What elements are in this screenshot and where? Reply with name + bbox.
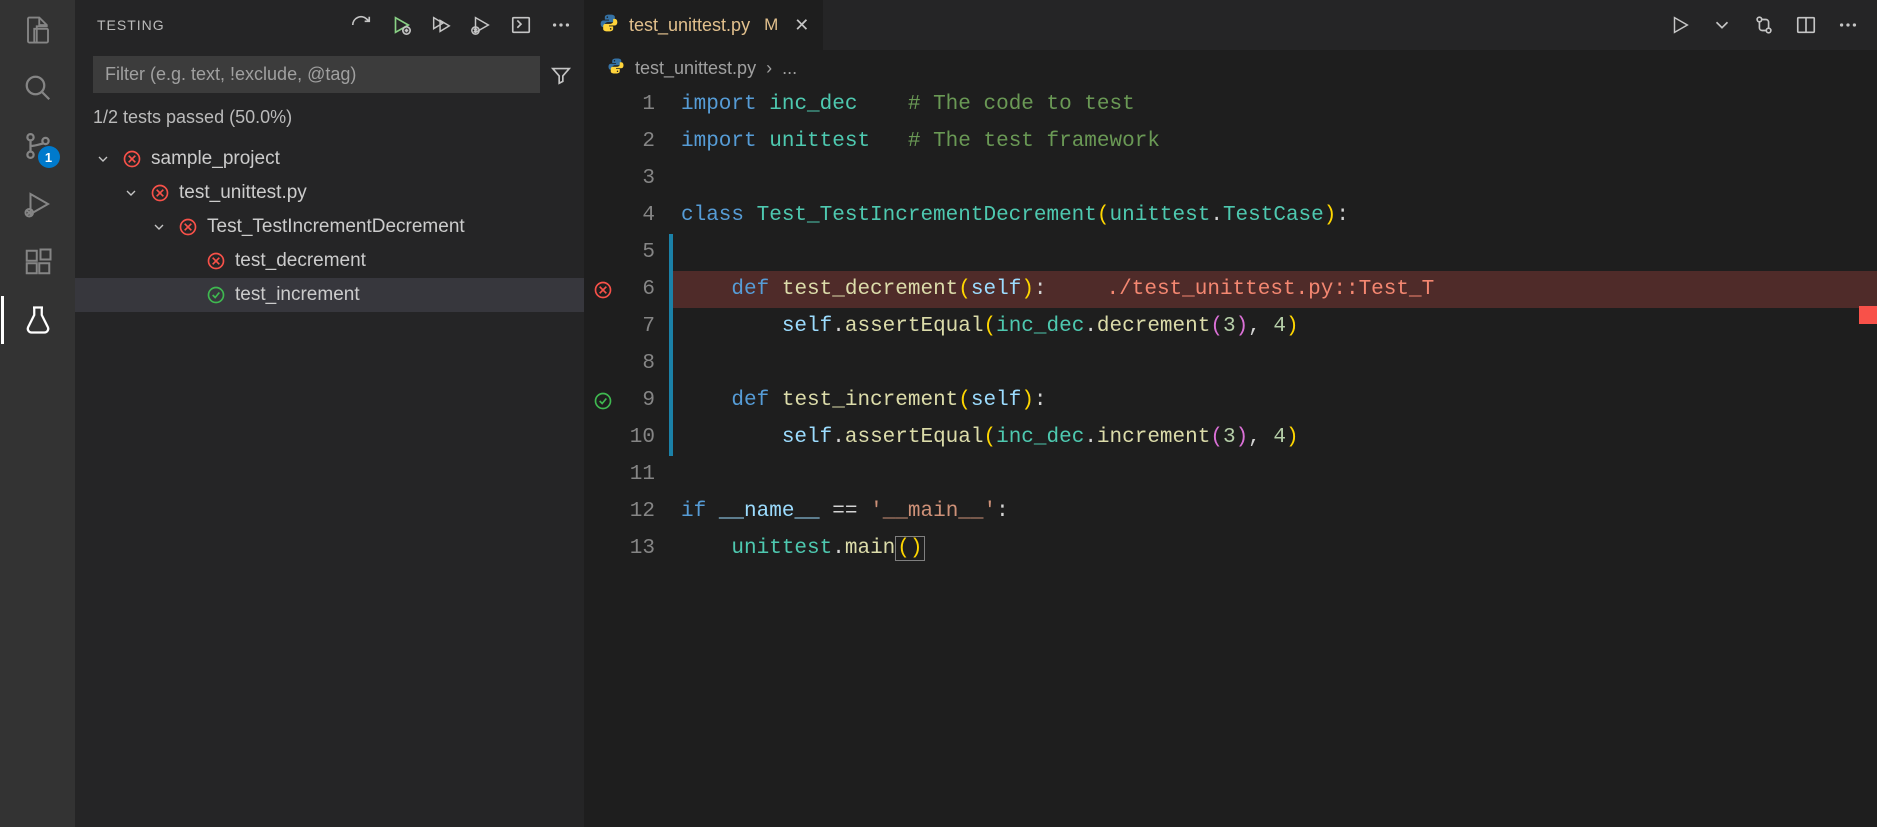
tree-label: test_increment — [235, 284, 360, 306]
run-dropdown-button[interactable] — [1711, 14, 1733, 36]
line-number: 11 — [621, 456, 655, 493]
code-line[interactable] — [669, 345, 1877, 382]
code-editor[interactable]: 12345678910111213 import inc_dec # The c… — [585, 86, 1877, 827]
code-line[interactable]: unittest.main() — [669, 530, 1877, 567]
chevron-down-icon[interactable] — [149, 217, 169, 237]
line-number: 13 — [621, 530, 655, 567]
editor-area: test_unittest.py M ✕ test_unittest.py › … — [585, 0, 1877, 827]
code-line[interactable]: def test_decrement(self):./test_unittest… — [669, 271, 1877, 308]
minimap-error-marker[interactable] — [1859, 306, 1877, 324]
tests-status: 1/2 tests passed (50.0%) — [75, 99, 584, 136]
breadcrumb-file: test_unittest.py — [635, 58, 756, 79]
tree-item-test_increment[interactable]: test_increment — [75, 278, 584, 312]
code-line[interactable]: import unittest # The test framework — [669, 123, 1877, 160]
debug-tests-button[interactable] — [470, 14, 492, 36]
tree-label: test_unittest.py — [179, 182, 307, 204]
editor-more-button[interactable] — [1837, 14, 1859, 36]
line-number: 8 — [621, 345, 655, 382]
modified-indicator: M — [764, 15, 778, 35]
compare-changes-button[interactable] — [1753, 14, 1775, 36]
status-fail-icon — [149, 182, 171, 204]
refresh-tests-button[interactable] — [350, 14, 372, 36]
run-file-button[interactable] — [1669, 14, 1691, 36]
tab-test-unittest[interactable]: test_unittest.py M ✕ — [585, 0, 823, 50]
code-line[interactable] — [669, 160, 1877, 197]
activity-extensions[interactable] — [20, 244, 56, 280]
filter-input[interactable] — [93, 56, 540, 93]
status-pass-icon — [205, 284, 227, 306]
tree-label: Test_TestIncrementDecrement — [207, 216, 465, 238]
line-number: 7 — [621, 308, 655, 345]
inline-error-text: ./test_unittest.py::Test_T — [1107, 278, 1435, 301]
line-number: 3 — [621, 160, 655, 197]
gutter-pass-icon[interactable] — [585, 382, 621, 419]
filter-icon[interactable] — [550, 64, 572, 86]
tree-label: sample_project — [151, 148, 280, 170]
tree-item-test_unittest-py[interactable]: test_unittest.py — [75, 176, 584, 210]
code-line[interactable]: self.assertEqual(inc_dec.decrement(3), 4… — [669, 308, 1877, 345]
activity-testing[interactable] — [20, 302, 56, 338]
tree-item-Test_TestIncrementDecrement[interactable]: Test_TestIncrementDecrement — [75, 210, 584, 244]
tab-filename: test_unittest.py — [629, 15, 750, 36]
line-number: 12 — [621, 493, 655, 530]
activity-explorer[interactable] — [20, 12, 56, 48]
code-line[interactable]: class Test_TestIncrementDecrement(unitte… — [669, 197, 1877, 234]
scm-badge: 1 — [38, 146, 60, 168]
tab-bar: test_unittest.py M ✕ — [585, 0, 1877, 50]
breadcrumb-rest: ... — [782, 58, 797, 79]
change-bar — [669, 308, 673, 345]
status-fail-icon — [177, 216, 199, 238]
tree-item-sample_project[interactable]: sample_project — [75, 142, 584, 176]
sidebar-title: TESTING — [97, 17, 342, 33]
code-line[interactable]: self.assertEqual(inc_dec.increment(3), 4… — [669, 419, 1877, 456]
line-number: 10 — [621, 419, 655, 456]
change-bar — [669, 419, 673, 456]
code-line[interactable]: import inc_dec # The code to test — [669, 86, 1877, 123]
line-number: 1 — [621, 86, 655, 123]
activity-run-debug[interactable] — [20, 186, 56, 222]
code-line[interactable] — [669, 456, 1877, 493]
line-number: 9 — [621, 382, 655, 419]
change-bar — [669, 345, 673, 382]
activity-bar: 1 — [0, 0, 75, 827]
show-output-button[interactable] — [510, 14, 532, 36]
change-bar — [669, 234, 673, 271]
breadcrumb[interactable]: test_unittest.py › ... — [585, 50, 1877, 86]
split-editor-button[interactable] — [1795, 14, 1817, 36]
testing-sidebar: TESTING 1/2 tests passed (50.0%) sample_… — [75, 0, 585, 827]
python-file-icon — [607, 57, 625, 80]
tree-item-test_decrement[interactable]: test_decrement — [75, 244, 584, 278]
code-line[interactable]: def test_increment(self): — [669, 382, 1877, 419]
sidebar-header: TESTING — [75, 0, 584, 50]
python-file-icon — [599, 13, 619, 38]
gutter-fail-icon[interactable] — [585, 271, 621, 308]
code-line[interactable]: if __name__ == '__main__': — [669, 493, 1877, 530]
run-all-tests-button[interactable] — [390, 14, 412, 36]
code-line[interactable] — [669, 234, 1877, 271]
activity-source-control[interactable]: 1 — [20, 128, 56, 164]
change-bar — [669, 271, 673, 308]
run-tests-button[interactable] — [430, 14, 452, 36]
status-fail-icon — [205, 250, 227, 272]
line-number: 5 — [621, 234, 655, 271]
test-tree: sample_project test_unittest.py Test_TestI… — [75, 136, 584, 312]
change-bar — [669, 382, 673, 419]
line-number: 2 — [621, 123, 655, 160]
line-number: 4 — [621, 197, 655, 234]
chevron-down-icon[interactable] — [93, 149, 113, 169]
line-number: 6 — [621, 271, 655, 308]
more-actions-button[interactable] — [550, 14, 572, 36]
close-tab-button[interactable]: ✕ — [794, 15, 809, 36]
chevron-down-icon[interactable] — [121, 183, 141, 203]
status-fail-icon — [121, 148, 143, 170]
tree-label: test_decrement — [235, 250, 366, 272]
activity-search[interactable] — [20, 70, 56, 106]
